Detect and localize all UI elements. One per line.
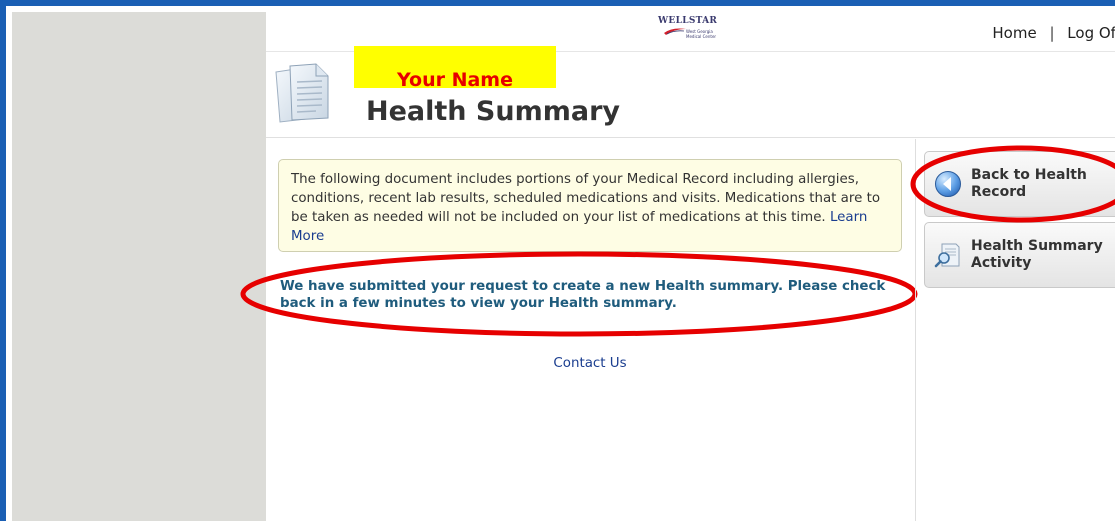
health-summary-activity-button[interactable]: Health Summary Activity	[924, 222, 1115, 288]
health-summary-document-icon	[275, 63, 329, 123]
contact-us-link[interactable]: Contact Us	[553, 356, 626, 371]
main-panel: WELLSTAR West Georgia Medical Center Hom…	[240, 12, 1115, 521]
content-area: The following document includes portions…	[240, 139, 918, 521]
app-frame: WELLSTAR West Georgia Medical Center Hom…	[0, 0, 1115, 521]
request-submitted-message: We have submitted your request to create…	[280, 279, 886, 311]
top-nav: Home | Log Off	[992, 24, 1115, 42]
back-to-health-record-label: Back to Health Record	[971, 167, 1087, 200]
logo-text: WELLSTAR	[658, 16, 718, 26]
health-summary-activity-label: Health Summary Activity	[971, 238, 1103, 271]
nav-separator: |	[1049, 24, 1055, 42]
back-arrow-icon	[935, 171, 961, 197]
home-link[interactable]: Home	[992, 24, 1036, 42]
document-magnifier-icon	[934, 243, 960, 268]
info-text: The following document includes portions…	[291, 172, 881, 225]
actions-sidebar: Back to Health Record Health Summary Act…	[910, 139, 1115, 521]
logo-swoosh-icon	[664, 28, 686, 35]
back-to-health-record-button[interactable]: Back to Health Record	[924, 151, 1115, 217]
contact-us-wrap: Contact Us	[266, 356, 914, 371]
your-name-label: Your Name	[397, 69, 513, 89]
wellstar-logo[interactable]: WELLSTAR West Georgia Medical Center	[658, 16, 728, 44]
logo-subtext: West Georgia Medical Center	[686, 29, 717, 39]
page-header: Your Name Health Summary	[266, 46, 1115, 138]
log-off-link[interactable]: Log Off	[1067, 24, 1115, 42]
your-name-highlight: Your Name	[354, 46, 556, 88]
info-box: The following document includes portions…	[278, 159, 902, 252]
left-rail	[12, 12, 266, 521]
page-title: Health Summary	[366, 96, 620, 127]
